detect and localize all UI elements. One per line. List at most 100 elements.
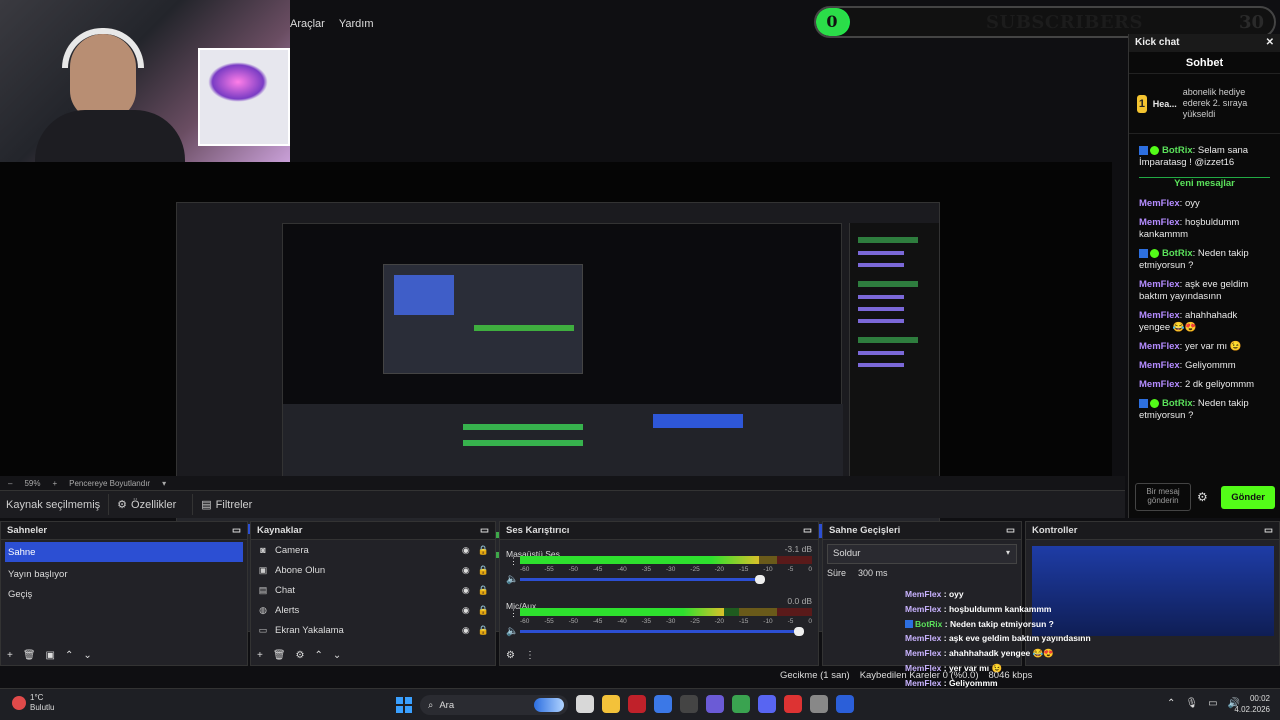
source-controls: ◉ 🔒 — [462, 565, 489, 576]
chat-username[interactable]: BotRix — [1162, 248, 1193, 259]
volume-meter-level — [520, 608, 725, 616]
app2-icon[interactable] — [836, 695, 854, 713]
chevron-up-icon[interactable]: ⌃ — [315, 650, 323, 661]
filters-button[interactable]: ▤ Filtreler — [192, 494, 260, 515]
eye-icon[interactable]: ◉ — [462, 545, 470, 556]
eye-icon[interactable]: ◉ — [462, 605, 470, 616]
eye-icon[interactable]: ◉ — [462, 565, 470, 576]
chat-username[interactable]: BotRix — [1162, 398, 1193, 409]
lock-icon[interactable]: 🔒 — [478, 585, 489, 596]
zoom-plus[interactable]: + — [52, 479, 57, 488]
scene-item[interactable]: Geçiş — [1, 584, 247, 604]
chat-input[interactable]: Bir mesaj gönderin — [1135, 483, 1191, 511]
menu-tools[interactable]: Araçlar — [290, 18, 325, 30]
chat-username[interactable]: MemFlex — [1139, 310, 1180, 321]
file-explorer-icon[interactable] — [602, 695, 620, 713]
slider-handle[interactable] — [754, 575, 765, 584]
more-icon[interactable]: ⋮ — [525, 650, 535, 661]
scene-item[interactable]: Yayın başlıyor — [1, 564, 247, 584]
chat-username[interactable]: MemFlex — [1139, 198, 1180, 209]
eye-icon[interactable]: ◉ — [462, 585, 470, 596]
windows-start-icon[interactable] — [396, 697, 412, 713]
dock-menu-icon[interactable]: ▭ — [480, 525, 489, 536]
gear-icon[interactable]: ⚙ — [1197, 490, 1208, 504]
preview-canvas[interactable] — [0, 162, 1112, 632]
zoom-minus[interactable]: – — [8, 479, 12, 488]
volume-slider[interactable] — [520, 627, 804, 636]
send-button[interactable]: Gönder — [1221, 485, 1275, 509]
chat-username[interactable]: MemFlex — [1139, 379, 1180, 390]
trash-icon[interactable]: 🗑 — [23, 650, 36, 661]
bitrate: 8046 kbps — [988, 670, 1033, 681]
obs-icon[interactable] — [680, 695, 698, 713]
chat-input-row: Bir mesaj gönderin ⚙ Gönder — [1129, 480, 1280, 514]
discord-icon[interactable] — [758, 695, 776, 713]
overlay-username: BotRix — [915, 618, 943, 629]
app-icon[interactable] — [810, 695, 828, 713]
chat-tab[interactable]: Sohbet — [1129, 52, 1280, 74]
volume-slider[interactable] — [520, 575, 765, 584]
add-icon[interactable]: + — [257, 650, 263, 661]
chat-username[interactable]: BotRix — [1162, 145, 1193, 156]
lock-icon[interactable]: 🔒 — [478, 565, 489, 576]
chrome-icon[interactable] — [732, 695, 750, 713]
slider-handle[interactable] — [794, 627, 804, 636]
mic-icon[interactable]: 🎙 — [1185, 698, 1198, 709]
chevron-down-icon[interactable]: ⌄ — [333, 650, 341, 661]
search-label: Ara — [439, 699, 455, 711]
bot-badge-icon — [905, 620, 913, 629]
more-icon[interactable]: ⋮ — [509, 556, 518, 567]
gear-icon[interactable]: ⚙ — [296, 650, 305, 661]
close-icon[interactable]: ✕ — [1266, 37, 1274, 49]
chevron-up-icon[interactable]: ⌃ — [65, 650, 73, 661]
dock-menu-icon[interactable]: ▭ — [1006, 525, 1015, 536]
chat-username[interactable]: MemFlex — [1139, 217, 1180, 228]
task-view-icon[interactable] — [576, 695, 594, 713]
network-icon[interactable]: ▭ — [1208, 698, 1217, 709]
lock-icon[interactable]: 🔒 — [478, 545, 489, 556]
clock[interactable]: 00:02 4.02.2026 — [1234, 693, 1270, 715]
properties-button[interactable]: ⚙ Özellikler — [108, 494, 184, 515]
source-item[interactable]: ▣ Abone Olun ◉ 🔒 — [251, 560, 495, 580]
speaker-icon[interactable]: 🔈 — [506, 574, 518, 585]
source-item[interactable]: ▤ Chat ◉ 🔒 — [251, 580, 495, 600]
chevron-down-icon[interactable]: ⌄ — [83, 650, 91, 661]
dock-menu-icon[interactable]: ▭ — [803, 525, 812, 536]
lock-icon[interactable]: 🔒 — [478, 625, 489, 636]
chevron-down-icon[interactable]: ▾ — [162, 479, 166, 488]
source-name: Chat — [275, 584, 296, 596]
volume-meter-level — [520, 556, 760, 564]
filter-icon[interactable]: ▣ — [46, 650, 55, 661]
add-icon[interactable]: + — [7, 650, 13, 661]
meter-tick: -50 — [568, 618, 579, 625]
gear-icon[interactable]: ⚙ — [506, 650, 515, 661]
teams-icon[interactable] — [706, 695, 724, 713]
mixer-title: Ses Karıştırıcı — [506, 525, 570, 536]
chat-username[interactable]: MemFlex — [1139, 279, 1180, 290]
lock-icon[interactable]: 🔒 — [478, 605, 489, 616]
chat-username[interactable]: MemFlex — [1139, 341, 1180, 352]
menu-help[interactable]: Yardım — [339, 18, 374, 30]
taskbar-search[interactable]: ⌕ Ara — [420, 695, 568, 715]
netflix-icon[interactable] — [628, 695, 646, 713]
fit-to-window[interactable]: Pencereye Boyutlandır — [69, 479, 150, 488]
more-icon[interactable]: ⋮ — [509, 608, 518, 619]
speaker-icon[interactable]: 🔈 — [506, 626, 518, 637]
chat-username[interactable]: MemFlex — [1139, 360, 1180, 371]
weather-widget[interactable]: 1°C Bulutlu — [12, 693, 54, 713]
source-item[interactable]: ◙ Camera ◉ 🔒 — [251, 540, 495, 560]
source-item[interactable]: ▭ Ekran Yakalama ◉ 🔒 — [251, 620, 495, 640]
chevron-up-icon[interactable]: ⌃ — [1167, 698, 1175, 709]
store-icon[interactable] — [654, 695, 672, 713]
trash-icon[interactable]: 🗑 — [273, 650, 286, 661]
source-controls: ◉ 🔒 — [462, 605, 489, 616]
source-name: Camera — [275, 544, 309, 556]
opera-icon[interactable] — [784, 695, 802, 713]
dock-menu-icon[interactable]: ▭ — [1264, 525, 1273, 536]
eye-icon[interactable]: ◉ — [462, 625, 470, 636]
dock-menu-icon[interactable]: ▭ — [232, 525, 241, 536]
source-item[interactable]: ◍ Alerts ◉ 🔒 — [251, 600, 495, 620]
transition-select[interactable]: Soldur ▾ — [827, 544, 1017, 564]
scene-item[interactable]: Sahne — [5, 542, 243, 562]
duration-input[interactable]: 300 ms — [858, 568, 888, 578]
